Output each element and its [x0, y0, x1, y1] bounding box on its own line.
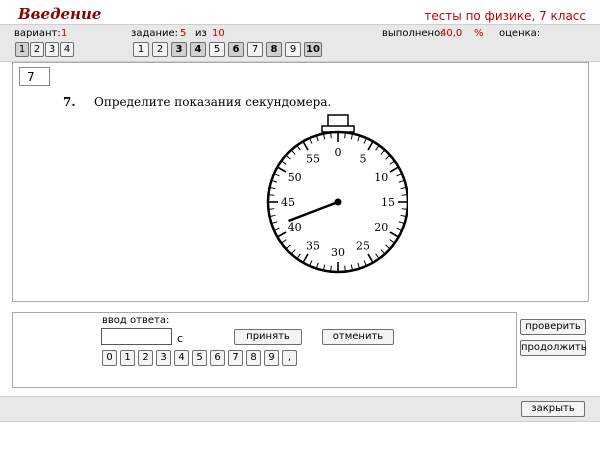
answer-panel: ввод ответа: с принять отменить 01234567… [12, 312, 517, 388]
task-button[interactable]: 8 [266, 42, 282, 57]
course-subtitle: тесты по физике, 7 класс [424, 9, 586, 23]
keypad-key[interactable]: 8 [246, 350, 261, 366]
progress-unit: % [474, 28, 484, 39]
progress-label: выполнено: [382, 28, 444, 39]
accept-button[interactable]: принять [234, 329, 302, 345]
variant-label: вариант: [14, 28, 61, 39]
keypad-key[interactable]: 2 [138, 350, 153, 366]
task-value: 5 [180, 28, 187, 39]
stopwatch-dial-label: 20 [374, 221, 388, 234]
stopwatch-dial-label: 40 [288, 221, 302, 234]
page-title: Введение [18, 5, 102, 23]
keypad-key[interactable]: 6 [210, 350, 225, 366]
close-button[interactable]: закрыть [521, 401, 585, 417]
continue-button[interactable]: продолжить [520, 340, 587, 356]
keypad-key[interactable]: , [282, 350, 297, 366]
variant-button[interactable]: 3 [45, 42, 59, 57]
answer-unit: с [177, 332, 184, 345]
task-label: задание: [131, 28, 179, 39]
task-button[interactable]: 5 [209, 42, 225, 57]
answer-input-label: ввод ответа: [102, 315, 170, 326]
stopwatch-hand-pivot [334, 198, 342, 206]
task-button[interactable]: 9 [285, 42, 301, 57]
check-button[interactable]: проверить [520, 319, 586, 335]
top-toolbar: вариант: 1 1234 задание: 5 из 10 1234567… [0, 24, 600, 62]
grade-label: оценка: [499, 28, 541, 39]
stopwatch-tick [401, 208, 407, 210]
variant-button[interactable]: 1 [15, 42, 29, 57]
stopwatch-tick [269, 208, 275, 210]
keypad-key[interactable]: 3 [156, 350, 171, 366]
stopwatch-tick [401, 194, 407, 196]
task-button[interactable]: 4 [190, 42, 206, 57]
question-number-box: 7 [19, 67, 50, 86]
stopwatch-tick [330, 265, 332, 271]
variant-value: 1 [61, 28, 68, 39]
stopwatch-crown [327, 114, 349, 128]
question-text: Определите показания секундомера. [94, 95, 332, 109]
answer-input[interactable] [101, 328, 172, 345]
variant-button[interactable]: 2 [30, 42, 44, 57]
task-of-label: из [195, 28, 207, 39]
question-panel: 7 7. Определите показания секундомера. 0… [12, 62, 589, 302]
stopwatch-dial-label: 35 [306, 239, 320, 252]
stopwatch-dial-label: 10 [374, 171, 388, 184]
question-number: 7. [63, 95, 76, 109]
bottom-toolbar: закрыть [0, 396, 600, 422]
stopwatch-image: 0 5 10 15 20 25 30 35 40 45 50 55 [266, 114, 408, 274]
keypad-key[interactable]: 5 [192, 350, 207, 366]
keypad-key[interactable]: 7 [228, 350, 243, 366]
keypad-key[interactable]: 4 [174, 350, 189, 366]
stopwatch-dial-label: 30 [331, 246, 345, 259]
keypad-key[interactable]: 0 [102, 350, 117, 366]
keypad-key[interactable]: 9 [264, 350, 279, 366]
stopwatch-dial-label: 25 [356, 239, 370, 252]
task-button[interactable]: 10 [304, 42, 322, 57]
stopwatch-dial-label: 0 [335, 146, 342, 159]
stopwatch-dial-label: 45 [281, 196, 295, 209]
stopwatch-tick [344, 133, 346, 139]
stopwatch-dial-label: 5 [360, 153, 367, 166]
task-button[interactable]: 6 [228, 42, 244, 57]
task-total: 10 [212, 28, 225, 39]
variant-button[interactable]: 4 [60, 42, 74, 57]
stopwatch-tick [330, 133, 332, 139]
task-button[interactable]: 2 [152, 42, 168, 57]
stopwatch-tick [269, 194, 275, 196]
task-button[interactable]: 7 [247, 42, 263, 57]
cancel-button[interactable]: отменить [322, 329, 394, 345]
stopwatch-tick [344, 265, 346, 271]
task-button[interactable]: 1 [133, 42, 149, 57]
stopwatch-dial-label: 50 [288, 171, 302, 184]
progress-value: 40,0 [440, 28, 463, 39]
stopwatch-dial-label: 55 [306, 153, 320, 166]
stopwatch-dial-label: 15 [381, 196, 395, 209]
keypad-key[interactable]: 1 [120, 350, 135, 366]
task-button[interactable]: 3 [171, 42, 187, 57]
